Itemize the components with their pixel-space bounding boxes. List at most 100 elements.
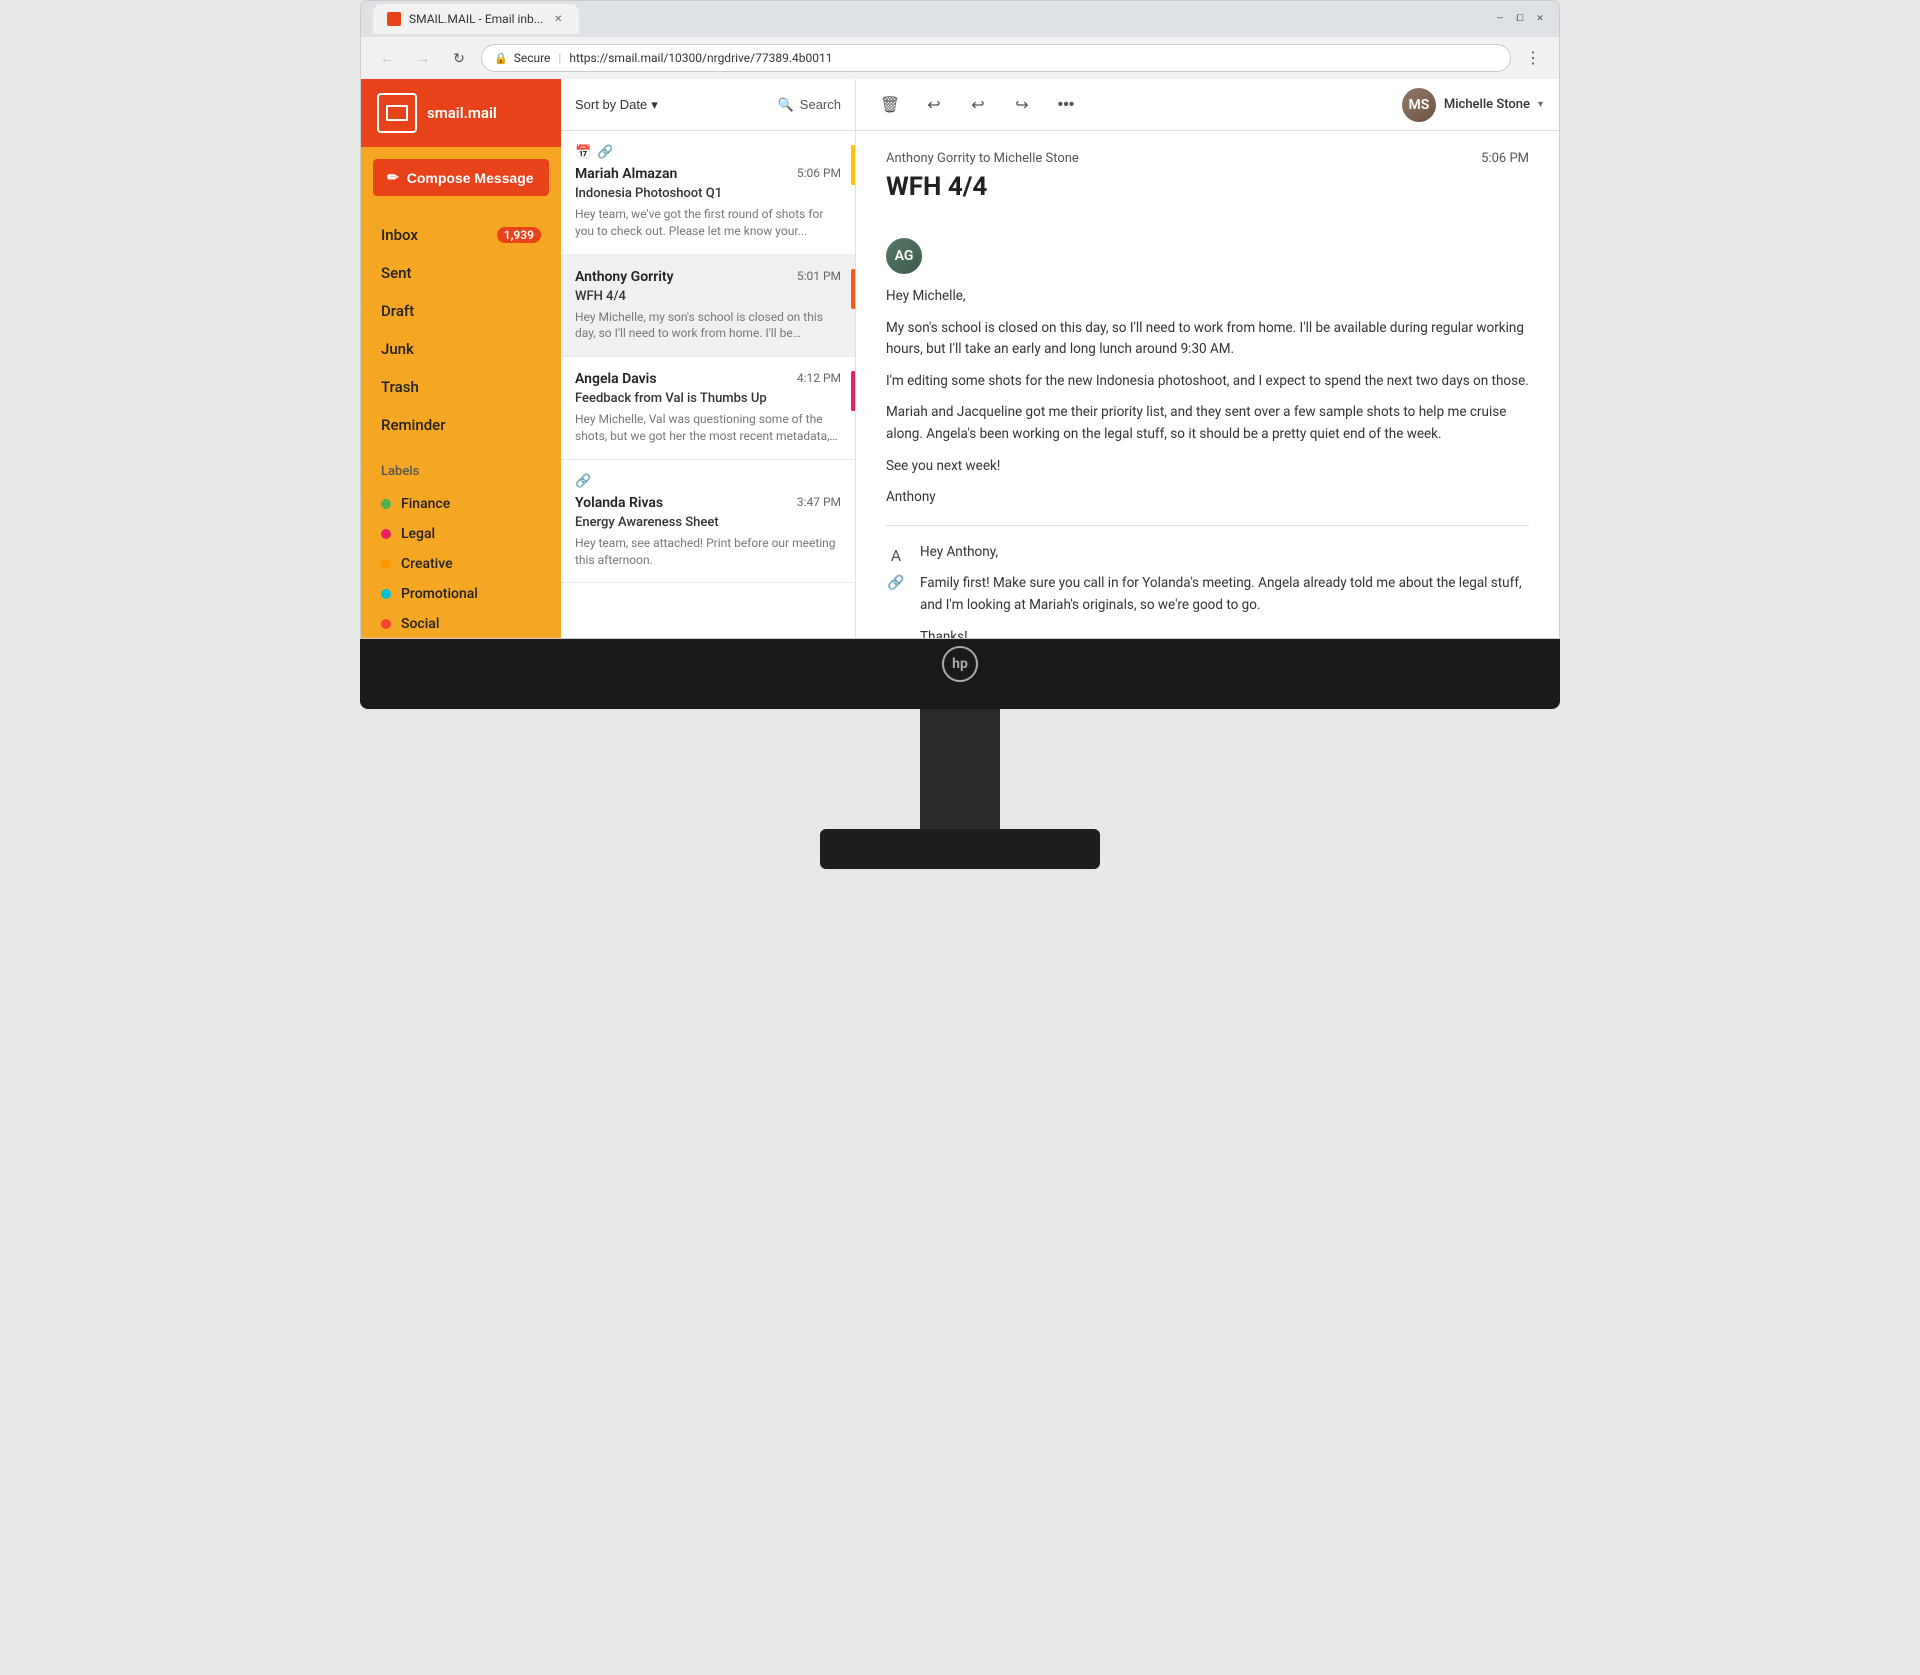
finance-dot — [381, 499, 391, 509]
sidebar-logo: smail.mail — [361, 79, 561, 147]
creative-dot — [381, 559, 391, 569]
forward-button[interactable]: ↪ — [1004, 87, 1040, 123]
compose-button[interactable]: ✏ Compose Message — [373, 159, 549, 196]
logo-envelope-icon — [386, 105, 408, 121]
email-1-indicator — [851, 145, 855, 185]
user-name: Michelle Stone — [1444, 97, 1530, 112]
email-item-2[interactable]: Anthony Gorrity 5:01 PM WFH 4/4 Hey Mich… — [561, 255, 855, 358]
reminder-label: Reminder — [381, 416, 446, 434]
tab-close-button[interactable]: ✕ — [551, 12, 565, 26]
email-view-toolbar: 🗑 ↩ ↩ ↪ ••• MS Michelle Stone ▾ — [856, 79, 1559, 131]
promotional-label: Promotional — [401, 586, 478, 602]
email-message-2: A 🔗 Hey Anthony, Family first! Make sure… — [886, 526, 1529, 638]
label-finance[interactable]: Finance — [381, 489, 541, 519]
sidebar-item-inbox[interactable]: Inbox 1,939 — [361, 216, 561, 254]
forward-button[interactable]: → — [409, 44, 437, 72]
reply-all-button[interactable]: ↩ — [960, 87, 996, 123]
email-items: 📅 🔗 Mariah Almazan 5:06 PM Indonesia Pho… — [561, 131, 855, 638]
more-button[interactable]: ••• — [1048, 87, 1084, 123]
address-bar[interactable]: 🔒 Secure | https://smail.mail/10300/nrgd… — [481, 44, 1511, 72]
calendar-icon: 📅 — [575, 145, 591, 160]
email-4-time: 3:47 PM — [797, 495, 841, 509]
labels-title: Labels — [381, 464, 541, 479]
message-sender-row-1: AG — [886, 238, 1529, 274]
email-4-subject: Energy Awareness Sheet — [575, 515, 841, 530]
browser-tab[interactable]: SMAIL.MAIL - Email inb... ✕ — [373, 4, 579, 34]
search-label: Search — [800, 97, 841, 112]
sidebar-item-sent[interactable]: Sent — [361, 254, 561, 292]
browser-menu-button[interactable]: ⋮ — [1519, 44, 1547, 72]
sidebar-item-draft[interactable]: Draft — [361, 292, 561, 330]
finance-label: Finance — [401, 496, 450, 512]
sidebar-item-trash[interactable]: Trash — [361, 368, 561, 406]
legal-label: Legal — [401, 526, 435, 542]
junk-label: Junk — [381, 340, 414, 358]
tab-title: SMAIL.MAIL - Email inb... — [409, 12, 543, 26]
email-list-panel: Sort by Date ▾ 🔍 Search 📅 🔗 Mariah Al — [561, 79, 856, 638]
back-button[interactable]: ← — [373, 44, 401, 72]
email-3-time: 4:12 PM — [797, 371, 841, 385]
creative-label: Creative — [401, 556, 453, 572]
email-1-preview: Hey team, we've got the first round of s… — [575, 206, 841, 240]
monitor-stand-base — [820, 829, 1100, 869]
email-view-content: Anthony Gorrity to Michelle Stone 5:06 P… — [856, 131, 1559, 638]
maximize-button[interactable]: ⧠ — [1513, 12, 1527, 26]
link-icon: 🔗 — [597, 145, 613, 160]
email-item-4[interactable]: 🔗 Yolanda Rivas 3:47 PM Energy Awareness… — [561, 460, 855, 584]
sort-button[interactable]: Sort by Date ▾ — [575, 97, 658, 113]
email-1-sender: Mariah Almazan — [575, 166, 677, 182]
sort-label: Sort by Date — [575, 97, 647, 112]
label-social[interactable]: Social — [381, 609, 541, 639]
email-item-3[interactable]: Angela Davis 4:12 PM Feedback from Val i… — [561, 357, 855, 460]
email-2-preview: Hey Michelle, my son's school is closed … — [575, 309, 841, 343]
email-view-time: 5:06 PM — [1481, 151, 1529, 166]
label-creative[interactable]: Creative — [381, 549, 541, 579]
url-text: https://smail.mail/10300/nrgdrive/77389.… — [569, 51, 832, 65]
email-4-icons: 🔗 — [575, 474, 841, 489]
social-label: Social — [401, 616, 439, 632]
reply-button[interactable]: ↩ — [916, 87, 952, 123]
delete-button[interactable]: 🗑 — [872, 87, 908, 123]
email-from-to: Anthony Gorrity to Michelle Stone — [886, 151, 1079, 166]
email-3-preview: Hey Michelle, Val was questioning some o… — [575, 411, 841, 445]
minimize-button[interactable]: — — [1493, 12, 1507, 26]
refresh-button[interactable]: ↻ — [445, 44, 473, 72]
email-message-1: AG Hey Michelle, My son's school is clos… — [886, 222, 1529, 526]
reply-font-icon: A — [891, 546, 901, 565]
browser-toolbar: ← → ↻ 🔒 Secure | https://smail.mail/1030… — [361, 37, 1559, 79]
labels-section: Labels Finance Legal Creative Promotiona… — [361, 452, 561, 647]
legal-dot — [381, 529, 391, 539]
secure-icon: 🔒 — [494, 52, 508, 65]
inbox-label: Inbox — [381, 226, 418, 244]
close-button[interactable]: ✕ — [1533, 12, 1547, 26]
sort-chevron-icon: ▾ — [651, 97, 658, 113]
user-menu[interactable]: MS Michelle Stone ▾ — [1402, 88, 1543, 122]
email-view-panel: 🗑 ↩ ↩ ↪ ••• MS Michelle Stone ▾ Anthony … — [856, 79, 1559, 638]
trash-label: Trash — [381, 378, 419, 396]
inbox-badge: 1,939 — [497, 227, 541, 243]
email-1-time: 5:06 PM — [797, 166, 841, 180]
email-3-sender: Angela Davis — [575, 371, 657, 387]
email-2-time: 5:01 PM — [797, 269, 841, 283]
sidebar-item-junk[interactable]: Junk — [361, 330, 561, 368]
compose-icon: ✏ — [387, 169, 399, 186]
sidebar-item-reminder[interactable]: Reminder — [361, 406, 561, 444]
compose-label: Compose Message — [407, 170, 534, 186]
message-body-1: Hey Michelle, My son's school is closed … — [886, 286, 1529, 509]
email-item-1[interactable]: 📅 🔗 Mariah Almazan 5:06 PM Indonesia Pho… — [561, 131, 855, 255]
search-icon: 🔍 — [778, 97, 794, 113]
label-legal[interactable]: Legal — [381, 519, 541, 549]
label-promotional[interactable]: Promotional — [381, 579, 541, 609]
protocol-label: Secure — [514, 51, 551, 65]
email-2-indicator — [851, 269, 855, 309]
tab-favicon — [387, 12, 401, 26]
browser-titlebar: SMAIL.MAIL - Email inb... ✕ — ⧠ ✕ — [361, 1, 1559, 37]
sender-avatar-1: AG — [886, 238, 922, 274]
search-button[interactable]: 🔍 Search — [778, 97, 841, 113]
social-dot — [381, 619, 391, 629]
hp-logo: hp — [942, 646, 978, 682]
logo-icon — [377, 93, 417, 133]
user-avatar: MS — [1402, 88, 1436, 122]
email-4-header: Yolanda Rivas 3:47 PM — [575, 495, 841, 511]
message-body-2: Hey Anthony, Family first! Make sure you… — [920, 542, 1529, 638]
